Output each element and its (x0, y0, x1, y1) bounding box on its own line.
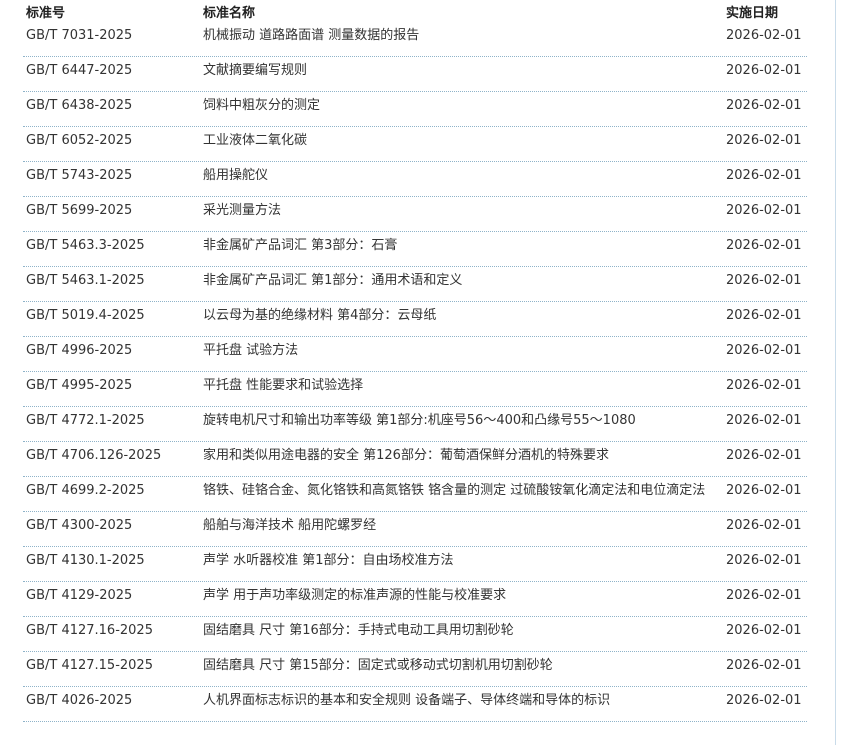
implementation-date: 2026-02-01 (726, 343, 802, 358)
standard-name-link[interactable]: 船舶与海洋技术 船用陀螺罗经 (203, 512, 725, 546)
table-row: GB/T 4772.1-2025 旋转电机尺寸和输出功率等级 第1部分:机座号56… (23, 407, 807, 442)
table-row: GB/T 7031-2025 机械振动 道路路面谱 测量数据的报告 2026-02-… (23, 22, 807, 57)
standard-code: GB/T 4996-2025 (26, 343, 133, 358)
standard-name-link[interactable]: 饲料中粗灰分的测定 (203, 92, 725, 126)
standard-name-link[interactable]: 机械振动 道路路面谱 测量数据的报告 (203, 22, 725, 56)
standard-name-link[interactable]: 平托盘 性能要求和试验选择 (203, 372, 725, 406)
implementation-date: 2026-02-01 (726, 518, 802, 533)
standard-name-link[interactable]: 船用操舵仪 (203, 162, 725, 196)
standard-name-link[interactable]: 平托盘 试验方法 (203, 337, 725, 371)
table-row: GB/T 5463.3-2025 非金属矿产品词汇 第3部分：石膏 2026-02-… (23, 232, 807, 267)
standard-name-link[interactable]: 固结磨具 尺寸 第16部分：手持式电动工具用切割砂轮 (203, 617, 725, 651)
implementation-date: 2026-02-01 (726, 238, 802, 253)
implementation-date: 2026-02-01 (726, 63, 802, 78)
standard-code: GB/T 6052-2025 (26, 133, 133, 148)
standard-name-link[interactable]: 声学 水听器校准 第1部分：自由场校准方法 (203, 547, 725, 581)
implementation-date: 2026-02-01 (726, 413, 802, 428)
standard-code: GB/T 4127.16-2025 (26, 623, 153, 638)
implementation-date: 2026-02-01 (726, 168, 802, 183)
table-header: 标准号 标准名称 实施日期 (23, 0, 807, 22)
standard-name-link[interactable]: 采光测量方法 (203, 197, 725, 231)
standards-page: 标准号 标准名称 实施日期 GB/T 7031-2025 机械振动 道路路面谱 测… (0, 0, 853, 745)
standard-name-link[interactable]: 以云母为基的绝缘材料 第4部分：云母纸 (203, 302, 725, 336)
table-row: GB/T 5019.4-2025 以云母为基的绝缘材料 第4部分：云母纸 2026-… (23, 302, 807, 337)
standard-code: GB/T 5699-2025 (26, 203, 133, 218)
table-row: GB/T 5743-2025 船用操舵仪 2026-02-01 (23, 162, 807, 197)
table-row: GB/T 6052-2025 工业液体二氧化碳 2026-02-01 (23, 127, 807, 162)
content-frame-border (835, 0, 836, 745)
table-row: GB/T 5699-2025 采光测量方法 2026-02-01 (23, 197, 807, 232)
table-row: GB/T 4995-2025 平托盘 性能要求和试验选择 2026-02-01 (23, 372, 807, 407)
table-row: GB/T 5463.1-2025 非金属矿产品词汇 第1部分：通用术语和定义 202… (23, 267, 807, 302)
standard-code: GB/T 5463.3-2025 (26, 238, 145, 253)
implementation-date: 2026-02-01 (726, 133, 802, 148)
standard-code: GB/T 4130.1-2025 (26, 553, 145, 568)
implementation-date: 2026-02-01 (726, 448, 802, 463)
standard-name-link[interactable]: 声学 用于声功率级测定的标准声源的性能与校准要求 (203, 582, 725, 616)
standard-code: GB/T 7031-2025 (26, 28, 133, 43)
implementation-date: 2026-02-01 (726, 623, 802, 638)
standard-name-link[interactable]: 人机界面标志标识的基本和安全规则 设备端子、导体终端和导体的标识 (203, 687, 725, 721)
standard-code: GB/T 5743-2025 (26, 168, 133, 183)
table-row: GB/T 4300-2025 船舶与海洋技术 船用陀螺罗经 2026-02-01 (23, 512, 807, 547)
implementation-date: 2026-02-01 (726, 553, 802, 568)
implementation-date: 2026-02-01 (726, 28, 802, 43)
standard-code: GB/T 4699.2-2025 (26, 483, 145, 498)
standard-code: GB/T 4995-2025 (26, 378, 133, 393)
implementation-date: 2026-02-01 (726, 588, 802, 603)
standard-name-link[interactable]: 固结磨具 尺寸 第15部分：固定式或移动式切割机用切割砂轮 (203, 652, 725, 686)
standard-name-link[interactable]: 工业液体二氧化碳 (203, 127, 725, 161)
implementation-date: 2026-02-01 (726, 658, 802, 673)
table-row: GB/T 4706.126-2025 家用和类似用途电器的安全 第126部分：葡萄… (23, 442, 807, 477)
implementation-date: 2026-02-01 (726, 483, 802, 498)
standard-code: GB/T 5463.1-2025 (26, 273, 145, 288)
standard-name-link[interactable]: 非金属矿产品词汇 第1部分：通用术语和定义 (203, 267, 725, 301)
table-row: GB/T 6447-2025 文献摘要编写规则 2026-02-01 (23, 57, 807, 92)
standard-code: GB/T 4706.126-2025 (26, 448, 162, 463)
standard-code: GB/T 6447-2025 (26, 63, 133, 78)
table-row: GB/T 6438-2025 饲料中粗灰分的测定 2026-02-01 (23, 92, 807, 127)
implementation-date: 2026-02-01 (726, 693, 802, 708)
table-row: GB/T 4699.2-2025 铬铁、硅铬合金、氮化铬铁和高氮铬铁 铬含量的测定… (23, 477, 807, 512)
header-implementation-date: 实施日期 (726, 5, 779, 21)
standard-code: GB/T 5019.4-2025 (26, 308, 145, 323)
table-row: GB/T 4130.1-2025 声学 水听器校准 第1部分：自由场校准方法 202… (23, 547, 807, 582)
implementation-date: 2026-02-01 (726, 203, 802, 218)
table-row: GB/T 4129-2025 声学 用于声功率级测定的标准声源的性能与校准要求 20… (23, 582, 807, 617)
standard-name-link[interactable]: 文献摘要编写规则 (203, 57, 725, 91)
standard-name-link[interactable]: 旋转电机尺寸和输出功率等级 第1部分:机座号56～400和凸缘号55～1080 (203, 407, 725, 441)
header-standard-name: 标准名称 (203, 5, 256, 21)
table-row: GB/T 4996-2025 平托盘 试验方法 2026-02-01 (23, 337, 807, 372)
standard-code: GB/T 4772.1-2025 (26, 413, 145, 428)
implementation-date: 2026-02-01 (726, 378, 802, 393)
standard-code: GB/T 4300-2025 (26, 518, 133, 533)
standards-table: 标准号 标准名称 实施日期 GB/T 7031-2025 机械振动 道路路面谱 测… (23, 0, 807, 722)
standard-code: GB/T 4129-2025 (26, 588, 133, 603)
standard-code: GB/T 4026-2025 (26, 693, 133, 708)
standard-name-link[interactable]: 家用和类似用途电器的安全 第126部分：葡萄酒保鲜分酒机的特殊要求 (203, 442, 725, 476)
table-row: GB/T 4026-2025 人机界面标志标识的基本和安全规则 设备端子、导体终端… (23, 687, 807, 722)
standard-name-link[interactable]: 铬铁、硅铬合金、氮化铬铁和高氮铬铁 铬含量的测定 过硫酸铵氧化滴定法和电位滴定法 (203, 477, 725, 511)
table-row: GB/T 4127.16-2025 固结磨具 尺寸 第16部分：手持式电动工具用切… (23, 617, 807, 652)
table-body: GB/T 7031-2025 机械振动 道路路面谱 测量数据的报告 2026-02-… (23, 22, 807, 722)
standard-name-link[interactable]: 非金属矿产品词汇 第3部分：石膏 (203, 232, 725, 266)
table-row: GB/T 4127.15-2025 固结磨具 尺寸 第15部分：固定式或移动式切割… (23, 652, 807, 687)
implementation-date: 2026-02-01 (726, 308, 802, 323)
standard-code: GB/T 4127.15-2025 (26, 658, 153, 673)
header-standard-code: 标准号 (26, 5, 66, 21)
implementation-date: 2026-02-01 (726, 273, 802, 288)
standard-code: GB/T 6438-2025 (26, 98, 133, 113)
implementation-date: 2026-02-01 (726, 98, 802, 113)
